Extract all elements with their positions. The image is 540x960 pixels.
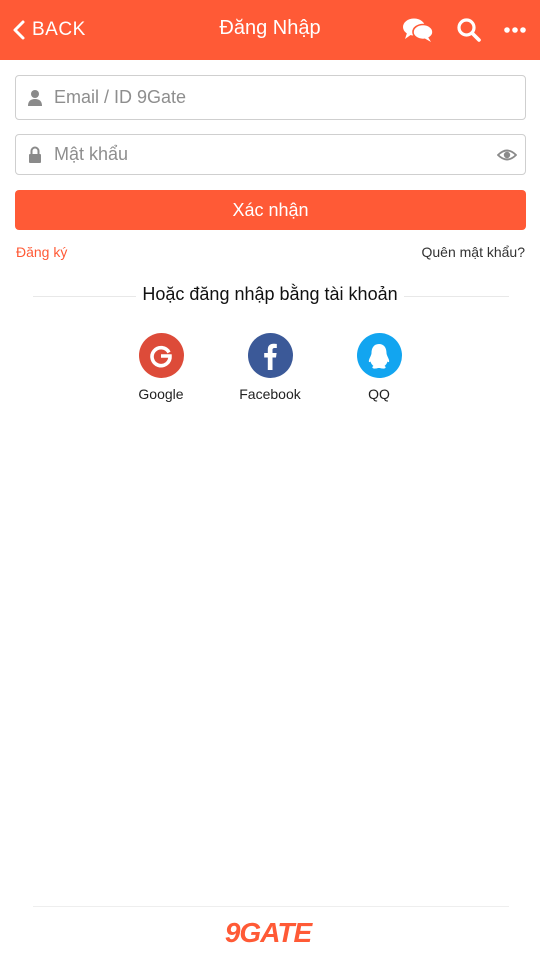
forgot-password-link[interactable]: Quên mật khẩu? xyxy=(421,244,525,260)
qq-label: QQ xyxy=(368,386,390,402)
footer-divider xyxy=(33,906,509,907)
eye-icon[interactable] xyxy=(496,147,518,163)
search-icon[interactable] xyxy=(456,17,482,43)
chevron-left-icon xyxy=(12,18,28,42)
chat-icon[interactable] xyxy=(402,17,434,43)
password-field[interactable] xyxy=(15,134,526,175)
brand-logo: 9GATE xyxy=(222,914,315,948)
email-field[interactable] xyxy=(15,75,526,120)
facebook-icon xyxy=(247,333,293,378)
social-login-heading: Hoặc đăng nhập bằng tài khoản xyxy=(0,284,540,305)
top-bar: BACK Đăng Nhập xyxy=(0,0,540,60)
google-login-button[interactable]: Google xyxy=(116,333,206,402)
google-label: Google xyxy=(138,386,184,402)
svg-text:9GATE: 9GATE xyxy=(225,917,314,948)
google-icon xyxy=(138,333,184,378)
register-link[interactable]: Đăng ký xyxy=(16,244,67,260)
back-label: BACK xyxy=(32,19,86,40)
facebook-label: Facebook xyxy=(239,386,301,402)
password-input[interactable] xyxy=(54,135,484,174)
more-icon[interactable] xyxy=(504,26,526,34)
back-button[interactable]: BACK xyxy=(12,16,86,44)
email-input[interactable] xyxy=(54,76,484,119)
qq-icon xyxy=(356,333,402,378)
user-icon xyxy=(28,89,42,107)
submit-button[interactable]: Xác nhận xyxy=(15,190,526,230)
lock-icon xyxy=(28,146,42,164)
qq-login-button[interactable]: QQ xyxy=(334,333,424,402)
facebook-login-button[interactable]: Facebook xyxy=(225,333,315,402)
